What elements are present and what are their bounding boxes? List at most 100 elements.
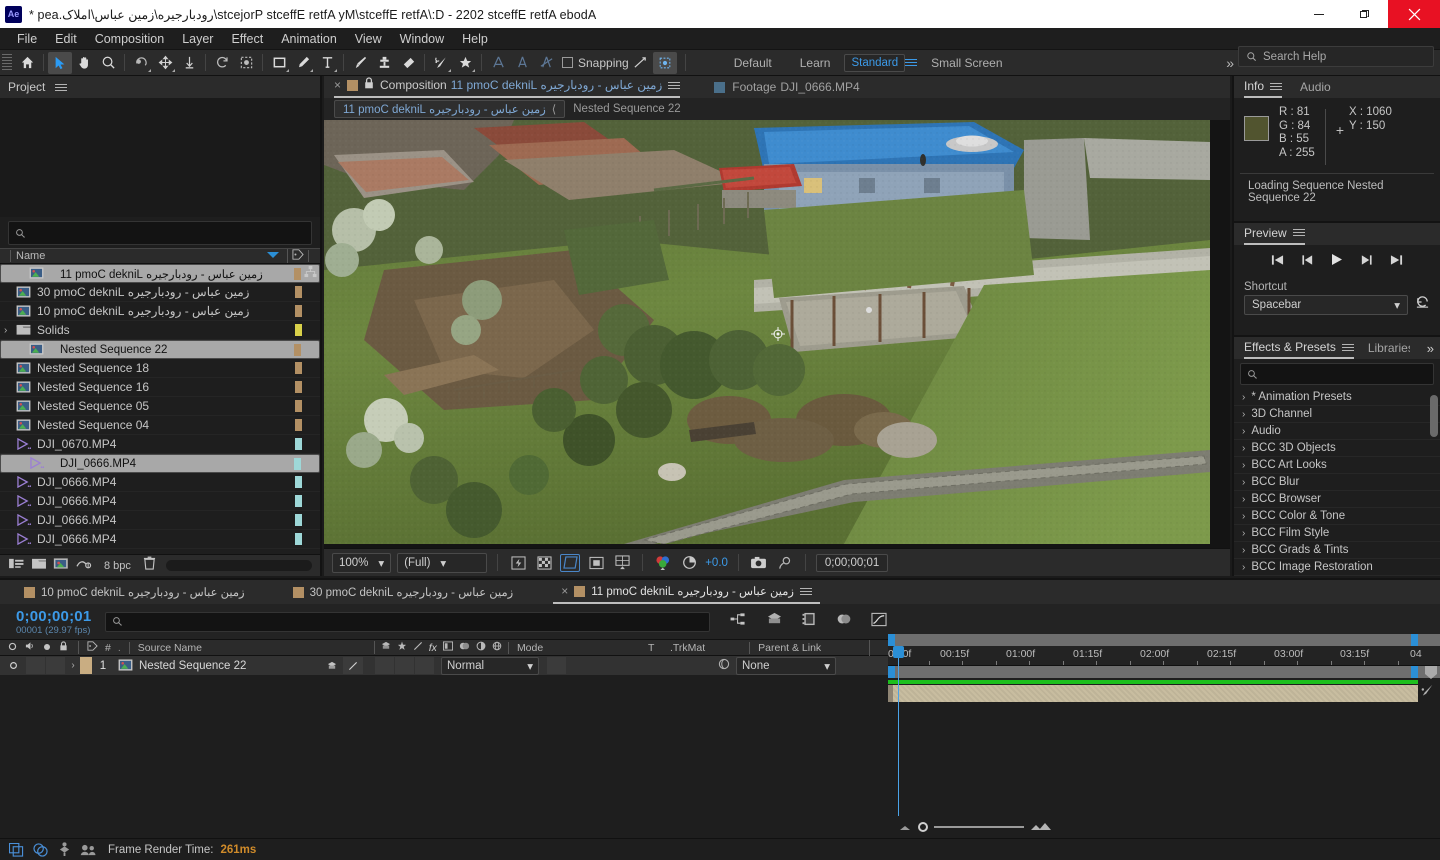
effects-category-row[interactable]: › BCC Film Style [1234,525,1440,542]
breadcrumb-next[interactable]: Nested Sequence 22 [573,103,680,115]
tab-audio[interactable]: Audio [1300,80,1331,94]
menu-window[interactable]: Window [391,30,453,48]
proportional-grid-icon[interactable] [612,554,632,572]
layer-audio-toggle[interactable] [26,657,45,674]
region-of-interest-icon[interactable] [560,553,581,572]
shortcut-select[interactable]: Spacebar ▾ [1244,294,1408,315]
lock-icon[interactable] [364,76,374,94]
layer-quality-switch[interactable] [343,657,363,674]
new-folder-icon[interactable] [31,557,47,575]
audio-toggle-icon[interactable] [25,641,35,654]
effects-category-row[interactable]: › * Animation Presets [1234,389,1440,406]
chevron-right-icon[interactable]: › [1242,545,1245,556]
project-item-row[interactable]: DJI_0666.MP4 [0,454,320,473]
chevron-right-icon[interactable]: › [1242,392,1245,403]
effects-scrollbar[interactable] [1430,395,1438,437]
tab-libraries[interactable]: Libraries [1368,341,1410,355]
close-button[interactable] [1388,0,1440,28]
layer-video-toggle[interactable] [0,661,26,670]
label-color-swatch[interactable] [295,514,302,526]
work-area-end-handle-lower[interactable] [1411,666,1418,678]
show-snapshot-icon[interactable] [775,554,795,572]
tab-preview[interactable]: Preview [1244,223,1305,245]
work-area-start-handle-lower[interactable] [888,666,895,678]
workspace-default[interactable]: Default [720,56,786,70]
team-projects-icon[interactable] [80,842,97,857]
anchor-point-icon[interactable] [771,327,785,344]
project-item-row[interactable]: › Solids [0,321,320,340]
menu-composition[interactable]: Composition [86,30,173,48]
timeline-zoom-slider[interactable] [898,818,1052,836]
label-color-swatch[interactable] [295,533,302,545]
label-color-swatch[interactable] [295,438,302,450]
preview-panel-menu-icon[interactable] [1292,227,1305,238]
new-comp-icon[interactable] [53,557,69,575]
chevron-right-icon[interactable]: › [1242,562,1245,573]
draft-3d-icon[interactable] [766,612,783,631]
time-ruler[interactable]: 0:00f 00:15f 01:00f 01:15f 02:00f 02:15f… [888,646,1440,666]
project-item-row[interactable]: DJI_0666.MP4 [0,492,320,511]
align-center-icon[interactable] [510,52,534,74]
layer-motionblur-switch[interactable] [415,657,434,674]
layer-parent-pickwhip-icon[interactable] [718,658,730,673]
effects-category-row[interactable]: › BCC Color & Tone [1234,508,1440,525]
label-color-swatch[interactable] [295,381,302,393]
layer-solo-toggle[interactable] [46,657,65,674]
timeline-panel-menu-icon[interactable] [799,586,812,597]
chevron-right-icon[interactable]: › [1242,409,1245,420]
chevron-right-icon[interactable]: › [1242,443,1245,454]
layer-fx-switch[interactable] [375,657,394,674]
hand-icon[interactable] [72,52,96,74]
tab-close-icon[interactable]: × [334,78,341,92]
effects-category-row[interactable]: › BCC Blur [1234,474,1440,491]
label-color-swatch[interactable] [295,400,302,412]
workspace-standard[interactable]: Standard [844,53,906,72]
chevron-right-icon[interactable]: › [1242,477,1245,488]
snap-angle-icon[interactable] [629,52,653,74]
brush-icon[interactable] [348,52,372,74]
effects-category-row[interactable]: › BCC Image Restoration [1234,559,1440,576]
column-name-label[interactable]: Name [10,250,45,262]
playhead-handle[interactable] [893,646,904,658]
menu-help[interactable]: Help [453,30,497,48]
zoom-level-select[interactable]: 100% ▾ [332,552,392,573]
column-parent-link[interactable]: Parent & Link [749,641,869,654]
folder-expand-arrow[interactable]: › [4,325,16,336]
search-help-box[interactable]: Search Help [1238,46,1434,67]
layer-mode-select[interactable]: Normal ▾ [441,656,539,675]
snapping-checkbox[interactable] [562,57,573,68]
timeline-tab-2[interactable]: × زمین عباس - رودبارجیره Linked Comp 11 [553,580,820,604]
work-area-start-handle[interactable] [888,634,895,646]
layer-duration-bar[interactable] [888,685,1418,702]
hide-shy-layers-icon[interactable] [802,612,817,631]
effects-category-row[interactable]: › BCC Grads & Tints [1234,542,1440,559]
timeline-tab-1[interactable]: زمین عباس - رودبارجیره Linked Comp 03 [285,580,522,604]
sync-settings-icon[interactable] [8,842,25,857]
project-item-row[interactable]: زمین عباس - رودبارجیره Linked Comp 01 [0,302,320,321]
project-item-row[interactable]: DJI_0666.MP4 [0,473,320,492]
timeline-tab-0[interactable]: زمین عباس - رودبارجیره Linked Comp 01 [16,580,253,604]
breadcrumb-current[interactable]: زمین عباس - رودبارجیره Linked Comp 11 ⟨ [334,100,566,118]
project-panel-menu-icon[interactable] [55,82,68,93]
3d-layer-icon[interactable] [492,641,502,654]
tab-close-icon[interactable]: × [561,584,568,598]
workspace-learn[interactable]: Learn [786,56,845,70]
label-color-swatch[interactable] [295,286,302,298]
project-item-row[interactable]: DJI_0666.MP4 [0,511,320,530]
menu-effect[interactable]: Effect [222,30,272,48]
project-item-row[interactable]: Nested Sequence 22 [0,340,320,359]
selection-icon[interactable] [48,51,72,74]
zoom-slider-track[interactable] [934,826,1024,828]
previous-frame-icon[interactable] [1301,253,1314,271]
chevron-right-icon[interactable]: › [1242,511,1245,522]
solo-icon[interactable] [43,642,51,654]
trash-icon[interactable] [143,556,156,575]
project-item-row[interactable]: Nested Sequence 04 [0,416,320,435]
transparency-grid-icon[interactable] [534,554,554,572]
last-frame-icon[interactable] [1390,253,1403,271]
label-color-swatch[interactable] [295,362,302,374]
play-icon[interactable] [1331,253,1343,271]
project-search-input[interactable] [8,221,312,245]
mask-shape-icon[interactable] [586,554,606,572]
zoom-out-icon[interactable] [898,818,912,836]
